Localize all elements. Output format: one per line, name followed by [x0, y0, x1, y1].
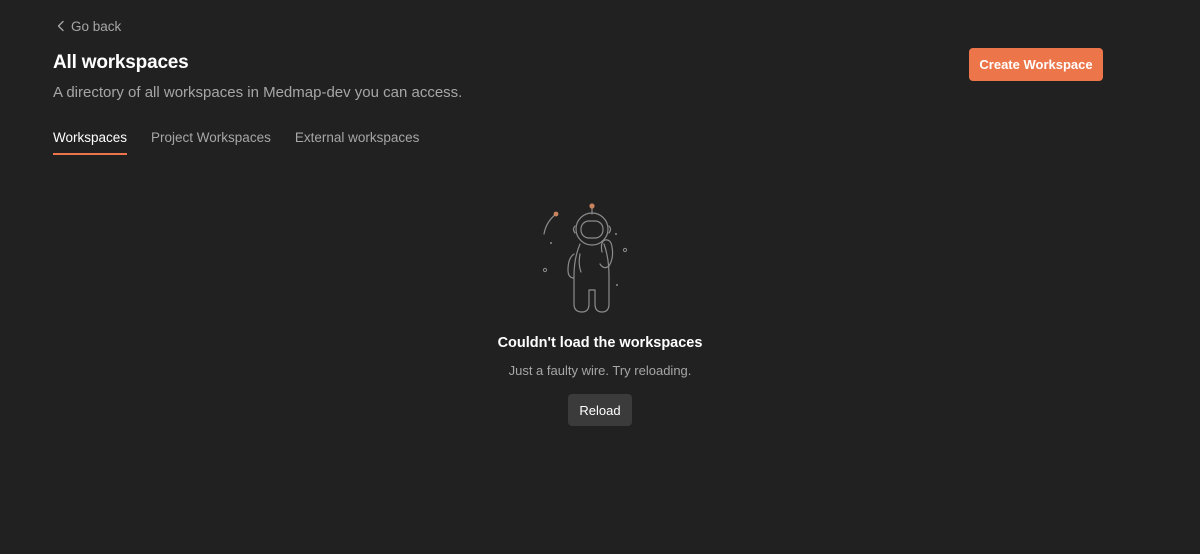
page-subtitle: A directory of all workspaces in Medmap-…: [53, 84, 463, 101]
tab-project-workspaces[interactable]: Project Workspaces: [151, 127, 271, 154]
astronaut-illustration: [542, 203, 628, 313]
empty-state-title: Couldn't load the workspaces: [497, 335, 703, 351]
page-title: All workspaces: [53, 52, 189, 73]
reload-button[interactable]: Reload: [568, 394, 632, 426]
create-workspace-button[interactable]: Create Workspace: [969, 48, 1103, 81]
empty-state-description: Just a faulty wire. Try reloading.: [508, 363, 692, 378]
empty-state: Couldn't load the workspaces Just a faul…: [0, 198, 1200, 426]
chevron-left-icon: [56, 20, 66, 32]
tab-workspaces[interactable]: Workspaces: [53, 127, 128, 155]
workspaces-page: Go back All workspaces A directory of al…: [0, 0, 1200, 554]
tab-external-workspaces[interactable]: External workspaces: [295, 127, 420, 154]
workspace-tabs: Workspaces Project Workspaces External w…: [53, 127, 419, 155]
go-back-link[interactable]: Go back: [56, 16, 121, 36]
go-back-label: Go back: [71, 18, 122, 34]
